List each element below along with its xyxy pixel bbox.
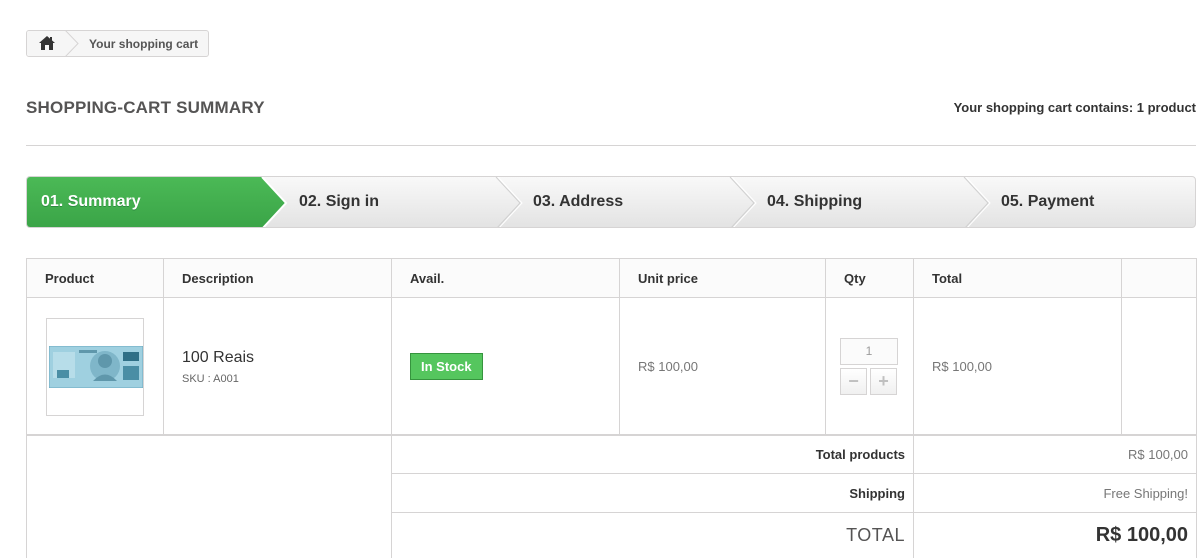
header-qty: Qty: [825, 258, 914, 298]
product-cell: [26, 297, 164, 436]
step-sign-in[interactable]: 02. Sign in: [299, 193, 379, 211]
description-cell: 100 Reais SKU : A001: [163, 297, 392, 436]
total-cell: R$ 100,00: [913, 297, 1122, 436]
total-products-value: R$ 100,00: [913, 434, 1197, 474]
header-actions: [1121, 258, 1197, 298]
banknote-100-reais-image: [49, 345, 143, 388]
page-title: Shopping-cart summary: [26, 98, 265, 117]
actions-cell: [1121, 297, 1197, 436]
step-address[interactable]: 03. Address: [533, 193, 623, 211]
table-row: 100 Reais SKU : A001 In Stock R$ 100,00 …: [26, 297, 1197, 436]
checkout-steps: 01. Summary 02. Sign in 03. Address 04. …: [26, 176, 1196, 228]
product-name-link[interactable]: 100 Reais: [164, 349, 391, 367]
home-icon: [39, 36, 55, 50]
quantity-decrease-button[interactable]: −: [840, 368, 867, 395]
table-header-row: Product Description Avail. Unit price Qt…: [26, 258, 1197, 298]
total-products-label: Total products: [391, 434, 914, 474]
breadcrumb-home-link[interactable]: [27, 31, 67, 56]
quantity-increase-button[interactable]: +: [870, 368, 897, 395]
status-badge: In Stock: [410, 353, 483, 380]
product-sku: SKU : A001: [182, 372, 239, 385]
unit-price-cell: R$ 100,00: [619, 297, 826, 436]
cart-table: Product Description Avail. Unit price Qt…: [26, 258, 1197, 436]
breadcrumb-current: Your shopping cart: [89, 37, 199, 51]
header-description: Description: [163, 258, 392, 298]
cart-product-count: Your shopping cart contains: 1 product: [953, 100, 1196, 115]
total-label: TOTAL: [391, 512, 914, 558]
shipping-label: Shipping: [391, 473, 914, 513]
quantity-stepper: − +: [840, 368, 898, 395]
summary-blank-cell: [26, 434, 392, 558]
heading-divider: [26, 145, 1196, 146]
quantity-input[interactable]: 1: [840, 338, 898, 365]
cart-summary: Total products R$ 100,00 Shipping Free S…: [26, 434, 1197, 558]
header-availability: Avail.: [391, 258, 620, 298]
header-unit-price: Unit price: [619, 258, 826, 298]
header-product: Product: [26, 258, 164, 298]
summary-row-total-products: Total products R$ 100,00: [26, 434, 1197, 558]
total-value: R$ 100,00: [913, 512, 1197, 558]
shipping-value: Free Shipping!: [913, 473, 1197, 513]
step-shipping[interactable]: 04. Shipping: [767, 193, 862, 211]
step-payment[interactable]: 05. Payment: [1001, 193, 1094, 211]
product-image-link[interactable]: [46, 317, 144, 416]
header-total: Total: [913, 258, 1122, 298]
availability-cell: In Stock: [391, 297, 620, 436]
step-summary[interactable]: 01. Summary: [41, 193, 141, 211]
qty-cell: 1 − +: [825, 297, 914, 436]
breadcrumb: Your shopping cart: [26, 30, 209, 57]
